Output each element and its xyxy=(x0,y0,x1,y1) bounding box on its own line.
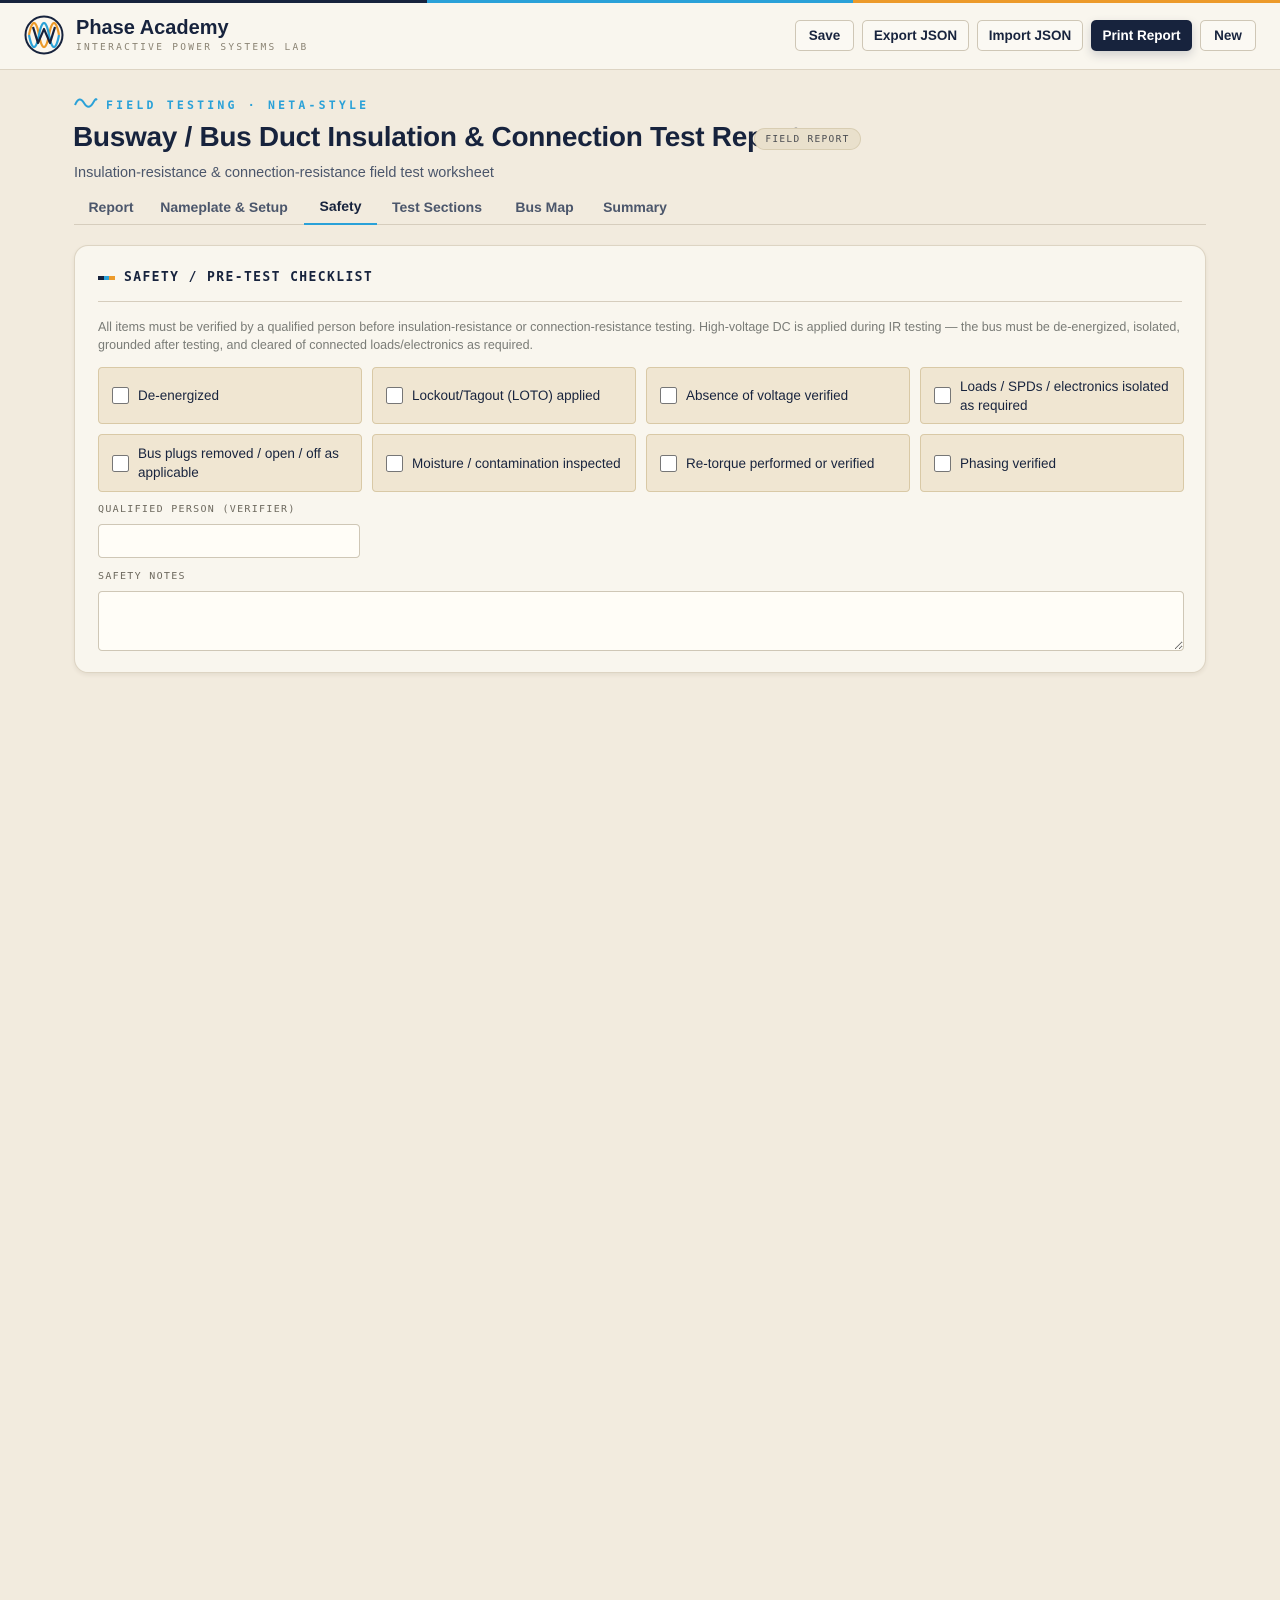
checklist-item-phasing[interactable]: Phasing verified xyxy=(920,434,1184,492)
tab-nameplate-setup[interactable]: Nameplate & Setup xyxy=(148,188,300,225)
safety-notes-textarea[interactable] xyxy=(98,591,1184,651)
tab-bar: Report Nameplate & Setup Safety Test Sec… xyxy=(74,188,1206,225)
field-report-badge: FIELD REPORT xyxy=(754,128,861,150)
checklist-label: Phasing verified xyxy=(960,456,1057,471)
checkbox[interactable] xyxy=(112,387,129,404)
checklist-label: Re-torque performed or verified xyxy=(686,456,875,471)
tab-test-sections[interactable]: Test Sections xyxy=(377,188,497,225)
checklist-label: Bus plugs removed / open / off as applic… xyxy=(138,446,339,480)
safety-checklist-card: SAFETY / PRE-TEST CHECKLIST All items mu… xyxy=(74,245,1206,673)
card-title: SAFETY / PRE-TEST CHECKLIST xyxy=(124,270,374,285)
checkbox[interactable] xyxy=(386,455,403,472)
checkbox[interactable] xyxy=(386,387,403,404)
brand-subtitle: INTERACTIVE POWER SYSTEMS LAB xyxy=(76,42,309,53)
wave-icon xyxy=(74,96,98,114)
save-button[interactable]: Save xyxy=(795,20,854,51)
sine-wave-logo-icon xyxy=(24,15,64,55)
new-button[interactable]: New xyxy=(1200,20,1256,51)
safety-description: All items must be verified by a qualifie… xyxy=(98,320,1180,352)
checklist-item-loads-isolated[interactable]: Loads / SPDs / electronics isolated as r… xyxy=(920,367,1184,424)
page-title: Busway / Bus Duct Insulation & Connectio… xyxy=(73,121,801,152)
checklist-item-re-torque[interactable]: Re-torque performed or verified xyxy=(646,434,910,492)
checklist-item-bus-plugs[interactable]: Bus plugs removed / open / off as applic… xyxy=(98,434,362,492)
tri-color-bar-icon xyxy=(98,276,116,280)
import-json-button[interactable]: Import JSON xyxy=(977,20,1083,51)
checklist-item-loto[interactable]: Lockout/Tagout (LOTO) applied xyxy=(372,367,636,424)
export-json-button[interactable]: Export JSON xyxy=(862,20,969,51)
card-header: SAFETY / PRE-TEST CHECKLIST xyxy=(98,270,1182,302)
checkbox[interactable] xyxy=(934,387,951,404)
verifier-input[interactable] xyxy=(98,524,360,558)
print-report-button[interactable]: Print Report xyxy=(1091,20,1192,51)
app-header: Phase Academy INTERACTIVE POWER SYSTEMS … xyxy=(0,3,1280,70)
tab-report[interactable]: Report xyxy=(74,188,148,225)
tab-bus-map[interactable]: Bus Map xyxy=(497,188,592,225)
safety-notes-label: SAFETY NOTES xyxy=(98,571,186,582)
eyebrow: FIELD TESTING · NETA-STYLE xyxy=(74,96,369,114)
checklist-label: Moisture / contamination inspected xyxy=(412,456,621,471)
checklist-label: Absence of voltage verified xyxy=(686,388,849,403)
checklist-label: Loads / SPDs / electronics isolated as r… xyxy=(960,379,1169,413)
checklist-item-moisture[interactable]: Moisture / contamination inspected xyxy=(372,434,636,492)
checklist-item-de-energized[interactable]: De-energized xyxy=(98,367,362,424)
checklist-label: Lockout/Tagout (LOTO) applied xyxy=(412,388,601,403)
checkbox[interactable] xyxy=(660,455,677,472)
tab-safety[interactable]: Safety xyxy=(304,188,377,225)
verifier-label: QUALIFIED PERSON (VERIFIER) xyxy=(98,504,296,515)
checkbox[interactable] xyxy=(660,387,677,404)
eyebrow-text: FIELD TESTING · NETA-STYLE xyxy=(106,98,370,112)
checkbox[interactable] xyxy=(934,455,951,472)
checkbox[interactable] xyxy=(112,455,129,472)
page-subtitle: Insulation-resistance & connection-resis… xyxy=(74,165,494,181)
checklist-label: De-energized xyxy=(138,388,220,403)
checklist-item-absence-of-voltage[interactable]: Absence of voltage verified xyxy=(646,367,910,424)
tab-summary[interactable]: Summary xyxy=(592,188,678,225)
brand-name: Phase Academy xyxy=(76,17,229,39)
